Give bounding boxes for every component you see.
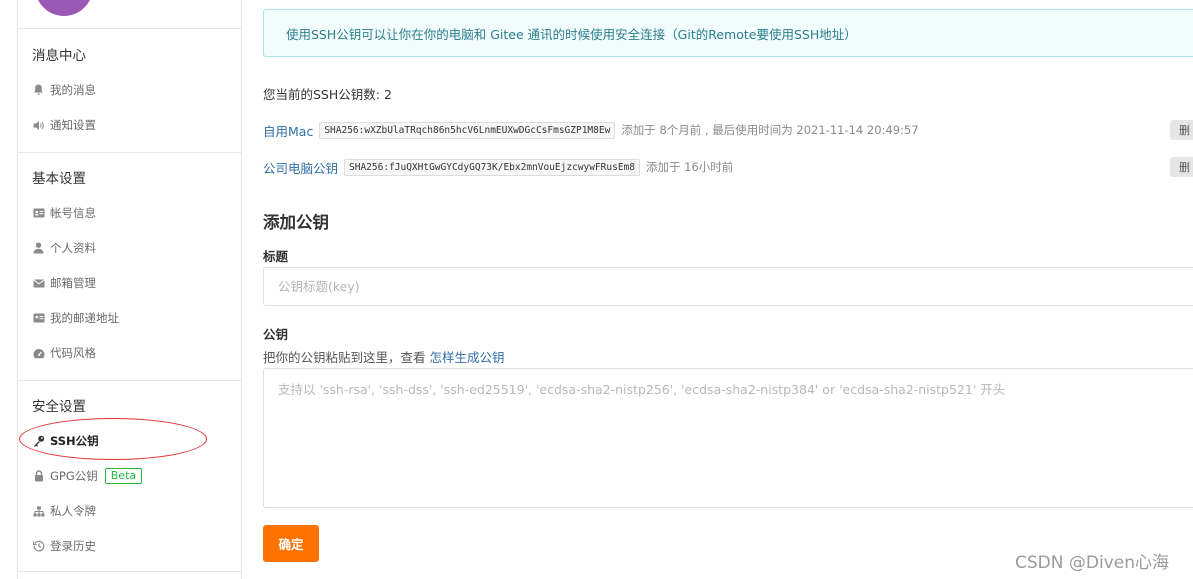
confirm-button[interactable]: 确定 [263,525,319,562]
key-field-label: 公钥 [263,327,289,342]
sidebar-item-profile[interactable]: 个人资料 [32,238,96,258]
avatar[interactable] [35,0,93,16]
add-key-heading: 添加公钥 [263,213,329,232]
sidebar-item-label: GPG公钥 [50,469,98,483]
mail-icon [32,277,45,289]
beta-badge: Beta [104,468,143,484]
sitemap-icon [32,505,45,517]
history-icon [32,540,45,552]
ssh-keys-panel: 使用SSH公钥可以让你在你的电脑和 Gitee 通讯的时候使用安全连接（Git的… [263,0,1193,579]
ssh-key-name[interactable]: 自用Mac [263,121,313,140]
sidebar-item-label: 个人资料 [50,241,96,255]
sidebar-divider [18,571,241,572]
title-field-label: 标题 [263,249,289,264]
lock-icon [32,470,45,482]
ssh-key-row: 自用Mac SHA256:wXZbUlaTRqch86n5hcV6LnmEUXw… [263,120,919,140]
sidebar-item-label: SSH公钥 [50,434,99,448]
ssh-key-row: 公司电脑公钥 SHA256:fJuQXHtGwGYCdyGQ73K/Ebx2mn… [263,157,733,177]
sidebar-item-label: 邮箱管理 [50,276,96,290]
sidebar-item-ssh-keys[interactable]: SSH公钥 [32,431,99,451]
ssh-key-meta: 添加于 8个月前 , 最后使用时间为 2021-11-14 20:49:57 [621,123,919,137]
sidebar-item-private-tokens[interactable]: 私人令牌 [32,501,96,521]
ssh-key-count: 您当前的SSH公钥数: 2 [263,87,392,102]
key-title-input[interactable] [263,267,1193,306]
sidebar-section-title-basic: 基本设置 [32,171,86,187]
key-icon [32,435,45,447]
user-icon [32,242,45,254]
sidebar-section-title-security: 安全设置 [32,399,86,415]
id-card-icon [32,207,45,219]
ssh-key-fingerprint: SHA256:wXZbUlaTRqch86n5hcV6LnmEUXwDGcCsF… [319,121,616,139]
how-to-generate-key-link[interactable]: 怎样生成公钥 [429,350,504,365]
sidebar-item-label: 帐号信息 [50,206,96,220]
sidebar-item-notification-settings[interactable]: 通知设置 [32,115,96,135]
sidebar-item-mailing-address[interactable]: 我的邮递地址 [32,308,119,328]
ssh-key-meta: 添加于 16小时前 [646,160,734,174]
address-card-icon [32,312,45,324]
sidebar-item-label: 登录历史 [50,539,96,553]
speaker-icon [32,119,45,131]
key-hint: 把你的公钥粘贴到这里，查看 怎样生成公钥 [263,347,505,366]
sidebar-divider [18,152,241,153]
sidebar-item-label: 代码风格 [50,346,96,360]
settings-sidebar: 消息中心 我的消息 通知设置 基本设置 帐号信息 个人资料 邮箱管理 我的邮递地… [17,0,242,579]
sidebar-divider [18,380,241,381]
delete-key-button[interactable]: 删 [1170,120,1193,140]
sidebar-item-email-management[interactable]: 邮箱管理 [32,273,96,293]
sidebar-item-gpg-keys[interactable]: GPG公钥 Beta [32,466,143,486]
delete-key-button[interactable]: 删 [1170,157,1193,177]
sidebar-section-title-messages: 消息中心 [32,48,86,64]
sidebar-item-code-style[interactable]: 代码风格 [32,343,96,363]
sidebar-item-label: 私人令牌 [50,504,96,518]
ssh-key-fingerprint: SHA256:fJuQXHtGwGYCdyGQ73K/Ebx2mnVouEjzc… [344,158,640,176]
ssh-key-name[interactable]: 公司电脑公钥 [263,158,338,177]
sidebar-item-label: 我的邮递地址 [50,311,119,325]
sidebar-item-my-messages[interactable]: 我的消息 [32,80,96,100]
sidebar-item-label: 我的消息 [50,83,96,97]
hint-text: 把你的公钥粘贴到这里，查看 [263,350,430,365]
info-text: 使用SSH公钥可以让你在你的电脑和 Gitee 通讯的时候使用安全连接（Git的… [286,26,857,42]
public-key-textarea[interactable] [263,368,1193,508]
sidebar-divider [18,28,241,29]
sidebar-item-label: 通知设置 [50,118,96,132]
bell-icon [32,84,45,96]
watermark: CSDN @Diven心海 [1015,553,1169,573]
ssh-info-message: 使用SSH公钥可以让你在你的电脑和 Gitee 通讯的时候使用安全连接（Git的… [263,9,1193,57]
sidebar-item-account-info[interactable]: 帐号信息 [32,203,96,223]
dashboard-icon [32,347,45,359]
sidebar-item-login-history[interactable]: 登录历史 [32,536,96,556]
